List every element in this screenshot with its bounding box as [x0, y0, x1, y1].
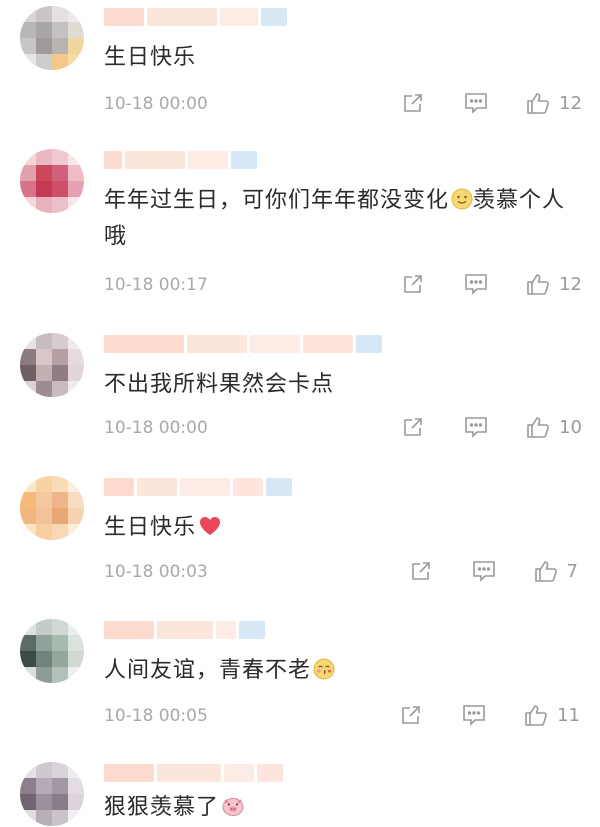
smile-emoji-icon	[451, 188, 473, 210]
comment-item: 不出我所料果然会卡点 10-18 00:00 10	[0, 327, 600, 462]
like-button[interactable]: 12	[525, 90, 582, 116]
share-button[interactable]	[401, 272, 425, 296]
reply-button[interactable]	[471, 559, 497, 583]
like-button[interactable]: 12	[525, 271, 582, 297]
comment-text: 生日快乐	[104, 510, 584, 546]
avatar[interactable]	[20, 476, 84, 540]
comment-icon	[463, 705, 485, 726]
comment-text: 人间友谊，青春不老	[104, 653, 584, 689]
comment-item: 人间友谊，青春不老 10-18 00:05 11	[0, 613, 600, 748]
comment-item: 年年过生日，可你们年年都没变化 羡慕个人哦 10-18 00:17 12	[0, 143, 600, 318]
reply-button[interactable]	[463, 91, 489, 115]
comment-icon	[472, 561, 495, 582]
avatar[interactable]	[20, 333, 84, 397]
avatar[interactable]	[20, 6, 84, 70]
like-button[interactable]: 11	[523, 702, 580, 728]
comment-actions: 12	[401, 90, 582, 116]
comment-icon	[465, 93, 487, 114]
username-blurred[interactable]	[104, 335, 382, 353]
like-count: 12	[559, 273, 582, 295]
username-blurred[interactable]	[104, 478, 292, 496]
share-button[interactable]	[409, 559, 433, 583]
comment-text: 生日快乐	[104, 45, 197, 70]
thumbs-up-icon	[525, 705, 547, 726]
avatar[interactable]	[20, 149, 84, 213]
share-icon	[404, 275, 422, 293]
share-icon	[411, 562, 430, 580]
username-blurred[interactable]	[104, 151, 257, 169]
comment-timestamp: 10-18 00:05	[104, 706, 208, 726]
share-icon	[404, 418, 422, 436]
comment-actions: 10	[401, 414, 582, 440]
comment-text: 狠狠羡慕了	[104, 790, 584, 826]
thumbs-up-icon	[527, 417, 549, 438]
comment-item: 生日快乐 10-18 00:03 7	[0, 470, 600, 605]
thumbs-up-icon	[534, 561, 557, 582]
comment-actions: 12	[401, 271, 582, 297]
comment-timestamp: 10-18 00:00	[104, 94, 208, 114]
heart-emoji-icon	[200, 517, 221, 535]
share-icon	[402, 706, 420, 724]
comment-icon	[465, 274, 487, 295]
like-button[interactable]: 10	[525, 414, 582, 440]
comment-text: 不出我所料果然会卡点	[104, 372, 335, 397]
share-icon	[404, 94, 422, 112]
avatar[interactable]	[20, 762, 84, 826]
like-count: 7	[566, 560, 578, 582]
like-count: 10	[559, 416, 582, 438]
share-button[interactable]	[401, 91, 425, 115]
reply-button[interactable]	[463, 415, 489, 439]
username-blurred[interactable]	[104, 764, 283, 782]
comment-timestamp: 10-18 00:17	[104, 275, 208, 295]
avatar[interactable]	[20, 619, 84, 683]
comment-timestamp: 10-18 00:03	[104, 562, 208, 582]
comment-item: 狠狠羡慕了	[0, 756, 600, 827]
thumbs-up-icon	[527, 274, 549, 295]
comment-icon	[465, 417, 487, 438]
reply-button[interactable]	[463, 272, 489, 296]
username-blurred[interactable]	[104, 621, 265, 639]
comment-timestamp: 10-18 00:00	[104, 418, 208, 438]
like-button[interactable]: 7	[533, 558, 578, 584]
like-count: 12	[559, 92, 582, 114]
comment-text: 年年过生日，可你们年年都没变化 羡慕个人哦	[104, 188, 566, 249]
pig-emoji-icon	[222, 798, 244, 816]
kiss-emoji-icon	[313, 658, 335, 680]
reply-button[interactable]	[461, 703, 487, 727]
comment-actions: 11	[399, 702, 580, 728]
share-button[interactable]	[399, 703, 423, 727]
comment-item: 生日快乐 10-18 00:00 12	[0, 0, 600, 135]
comment-actions: 7	[409, 558, 578, 584]
like-count: 11	[557, 704, 580, 726]
share-button[interactable]	[401, 415, 425, 439]
username-blurred[interactable]	[104, 8, 287, 26]
thumbs-up-icon	[527, 93, 549, 114]
